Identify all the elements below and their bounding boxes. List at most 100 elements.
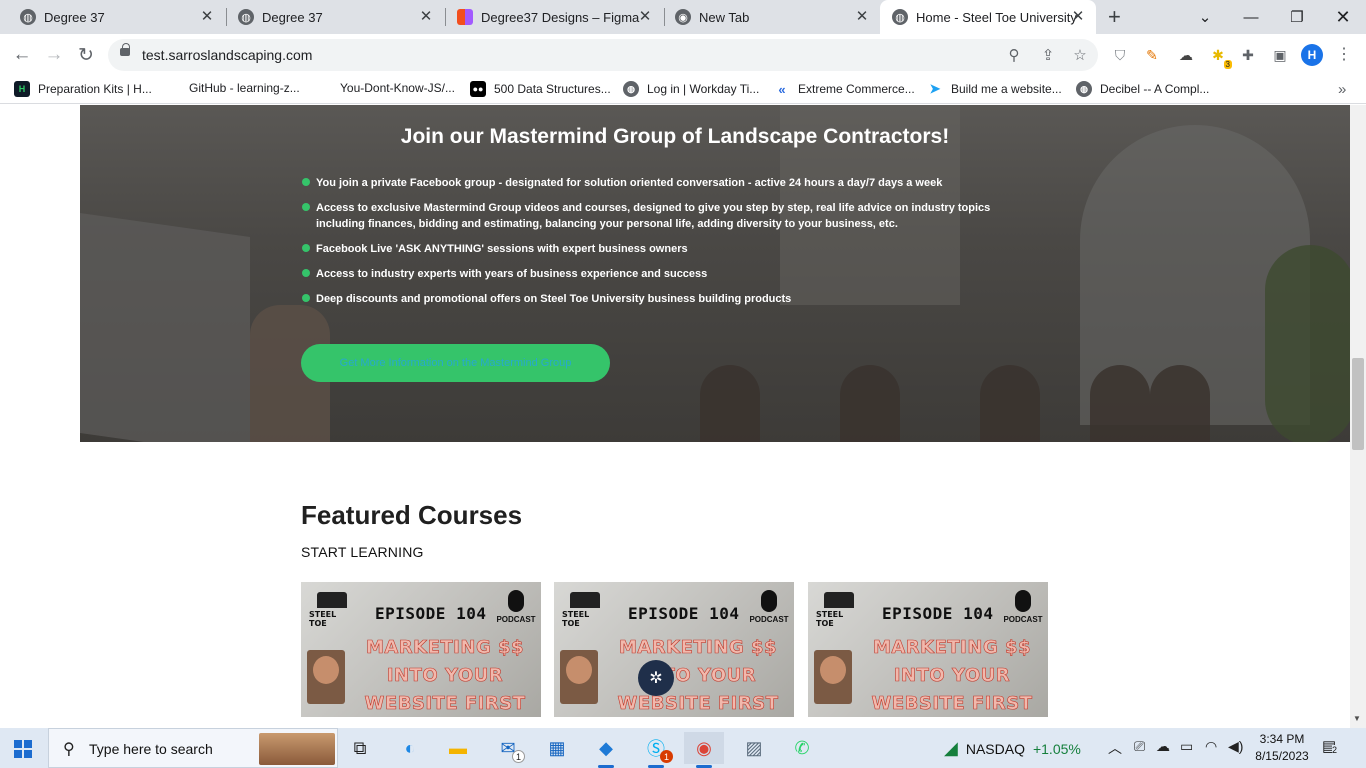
- windows-taskbar: ⚲ Type here to search ⧉ ◐ ▬ ✉ 1 ▦ ◆ Ⓢ 1 …: [0, 728, 1366, 768]
- shield-extension-icon[interactable]: ⛉: [1110, 45, 1130, 65]
- bookmark-github-learning[interactable]: GitHub - learning-z...: [189, 81, 300, 95]
- onedrive-icon[interactable]: ☁: [1156, 738, 1170, 755]
- globe-icon: ◍: [20, 9, 36, 25]
- hero-background-person: [1150, 365, 1210, 442]
- bookmark-you-dont-know-js[interactable]: You-Dont-Know-JS/...: [340, 81, 455, 95]
- bookmark-workday[interactable]: ◍ Log in | Workday Ti...: [623, 81, 759, 97]
- share-icon[interactable]: ⇪: [1038, 45, 1058, 65]
- stock-widget[interactable]: ◢ NASDAQ +1.05%: [944, 738, 1081, 759]
- task-view-icon[interactable]: ⧉: [340, 732, 380, 764]
- logo-text: STEEL TOE: [816, 610, 844, 628]
- close-icon[interactable]: ✕: [854, 9, 870, 25]
- extension-icon[interactable]: ☁: [1176, 45, 1196, 65]
- headline-line: INTO YOUR: [639, 665, 757, 687]
- bookmarks-bar: H Preparation Kits | H... GitHub - learn…: [0, 76, 1366, 104]
- search-placeholder: Type here to search: [89, 741, 213, 757]
- fiverr-icon: ➤: [929, 81, 941, 96]
- mail-icon[interactable]: ✉ 1: [488, 732, 528, 764]
- featured-courses-title: Featured Courses: [301, 500, 523, 530]
- hero-background-person: [840, 365, 900, 442]
- lightbulb-extension-icon[interactable]: ✱ 3: [1208, 45, 1232, 69]
- chrome-icon[interactable]: ◉: [684, 732, 724, 768]
- podcast-mic-icon: PODCAST: [1003, 590, 1043, 634]
- bookmark-extreme-commerce[interactable]: « Extreme Commerce...: [774, 81, 915, 97]
- bookmark-label: 500 Data Structures...: [494, 82, 611, 96]
- file-explorer-icon[interactable]: ▬: [438, 732, 478, 764]
- clock-time: 3:34 PM: [1259, 732, 1305, 746]
- photos-icon[interactable]: ▨: [734, 732, 774, 764]
- podcast-label: PODCAST: [496, 615, 536, 624]
- bookmark-decibel[interactable]: ◍ Decibel -- A Compl...: [1076, 81, 1209, 97]
- tab-steel-toe-university[interactable]: ◍ Home - Steel Toe University ✕: [880, 0, 1096, 34]
- close-icon[interactable]: ✕: [199, 9, 215, 25]
- battery-icon[interactable]: ▭: [1180, 738, 1193, 755]
- forward-button[interactable]: →: [40, 42, 68, 68]
- tab-degree37-1[interactable]: ◍ Degree 37 ✕: [0, 0, 225, 34]
- globe-icon: ◍: [892, 9, 908, 25]
- start-learning-subtitle: START LEARNING: [301, 544, 424, 560]
- windows-start-button[interactable]: [14, 740, 32, 758]
- back-button[interactable]: ←: [8, 42, 36, 68]
- window-close-button[interactable]: ✕: [1320, 0, 1366, 34]
- card-headline: MARKETING $$ INTO YOUR WEBSITE FIRST: [852, 634, 1048, 717]
- minimize-button[interactable]: —: [1228, 0, 1274, 34]
- bookmark-label: Extreme Commerce...: [798, 82, 915, 96]
- color-picker-extension-icon[interactable]: ✎: [1142, 45, 1162, 65]
- benefit-item: Access to industry experts with years of…: [302, 266, 1022, 282]
- bookmark-500-data-structures[interactable]: ●● 500 Data Structures...: [470, 81, 611, 97]
- globe-icon: ◍: [238, 9, 254, 25]
- scrollbar-thumb[interactable]: [1352, 358, 1364, 450]
- close-icon[interactable]: ✕: [418, 9, 434, 25]
- bookmark-star-icon[interactable]: ☆: [1070, 45, 1090, 65]
- whatsapp-icon[interactable]: ✆: [782, 732, 822, 764]
- tab-new-tab[interactable]: ◉ New Tab ✕: [655, 0, 880, 34]
- course-card[interactable]: STEEL TOE EPISODE 104 PODCAST MARKETING …: [554, 582, 794, 717]
- headline-line: MARKETING $$: [618, 637, 778, 659]
- edge-icon[interactable]: ◐: [390, 732, 430, 764]
- reload-button[interactable]: ↻: [72, 42, 100, 68]
- more-bookmarks-icon[interactable]: »: [1338, 81, 1346, 98]
- address-bar[interactable]: test.sarroslandscaping.com ⚲ ⇪ ☆: [108, 39, 1098, 71]
- restore-button[interactable]: ❐: [1274, 0, 1320, 34]
- taskbar-search-box[interactable]: ⚲ Type here to search: [48, 728, 338, 768]
- podcast-mic-icon: PODCAST: [749, 590, 789, 634]
- puzzle-icon[interactable]: ✚: [1238, 45, 1258, 65]
- mic-head: [1015, 590, 1031, 612]
- tab-degree37-2[interactable]: ◍ Degree 37 ✕: [218, 0, 444, 34]
- bookmark-label: Decibel -- A Compl...: [1100, 82, 1210, 96]
- notification-center-icon[interactable]: ▤ 2: [1322, 737, 1338, 755]
- volume-icon[interactable]: ◀): [1228, 738, 1243, 755]
- side-panel-icon[interactable]: ▣: [1270, 45, 1290, 65]
- close-icon[interactable]: ✕: [1070, 9, 1086, 25]
- close-icon[interactable]: ✕: [637, 9, 653, 25]
- bookmark-build-website[interactable]: ➤ Build me a website...: [927, 81, 1062, 97]
- stock-change: +1.05%: [1032, 740, 1081, 757]
- skype-icon[interactable]: Ⓢ 1: [636, 732, 676, 768]
- meet-now-icon[interactable]: ⎚: [1134, 738, 1145, 755]
- profile-avatar[interactable]: H: [1301, 44, 1323, 66]
- accessibility-widget-icon[interactable]: ✲: [638, 660, 674, 696]
- bookmark-preparation-kits[interactable]: H Preparation Kits | H...: [14, 81, 152, 97]
- mastermind-info-button[interactable]: Get More Information on the Mastermind G…: [301, 344, 610, 382]
- wifi-icon[interactable]: ◠: [1205, 738, 1217, 755]
- menu-icon[interactable]: ⋮: [1336, 44, 1352, 64]
- benefit-item: Access to exclusive Mastermind Group vid…: [302, 200, 1022, 232]
- zoom-icon[interactable]: ⚲: [1004, 45, 1024, 65]
- tab-title: Degree 37: [44, 9, 105, 25]
- chevron-up-icon[interactable]: ︿: [1108, 738, 1122, 758]
- course-card[interactable]: STEEL TOE EPISODE 104 PODCAST MARKETING …: [301, 582, 541, 717]
- new-tab-button[interactable]: +: [1108, 6, 1121, 28]
- store-icon[interactable]: ▦: [537, 732, 577, 764]
- vscode-icon[interactable]: ◆: [586, 732, 626, 768]
- ec-icon: «: [778, 81, 786, 97]
- system-clock[interactable]: 3:34 PM 8/15/2023: [1254, 731, 1310, 765]
- tab-search-icon[interactable]: ⌄: [1182, 0, 1228, 34]
- url-text[interactable]: test.sarroslandscaping.com: [142, 47, 312, 63]
- bookmark-label: Build me a website...: [951, 82, 1062, 96]
- course-card[interactable]: STEEL TOE EPISODE 104 PODCAST MARKETING …: [808, 582, 1048, 717]
- tab-figma[interactable]: Degree37 Designs – Figma ✕: [437, 0, 663, 34]
- skype-badge: 1: [660, 750, 673, 763]
- lock-icon[interactable]: [120, 43, 130, 56]
- host-photo: [560, 650, 598, 704]
- scroll-down-arrow-icon[interactable]: ▼: [1353, 714, 1361, 723]
